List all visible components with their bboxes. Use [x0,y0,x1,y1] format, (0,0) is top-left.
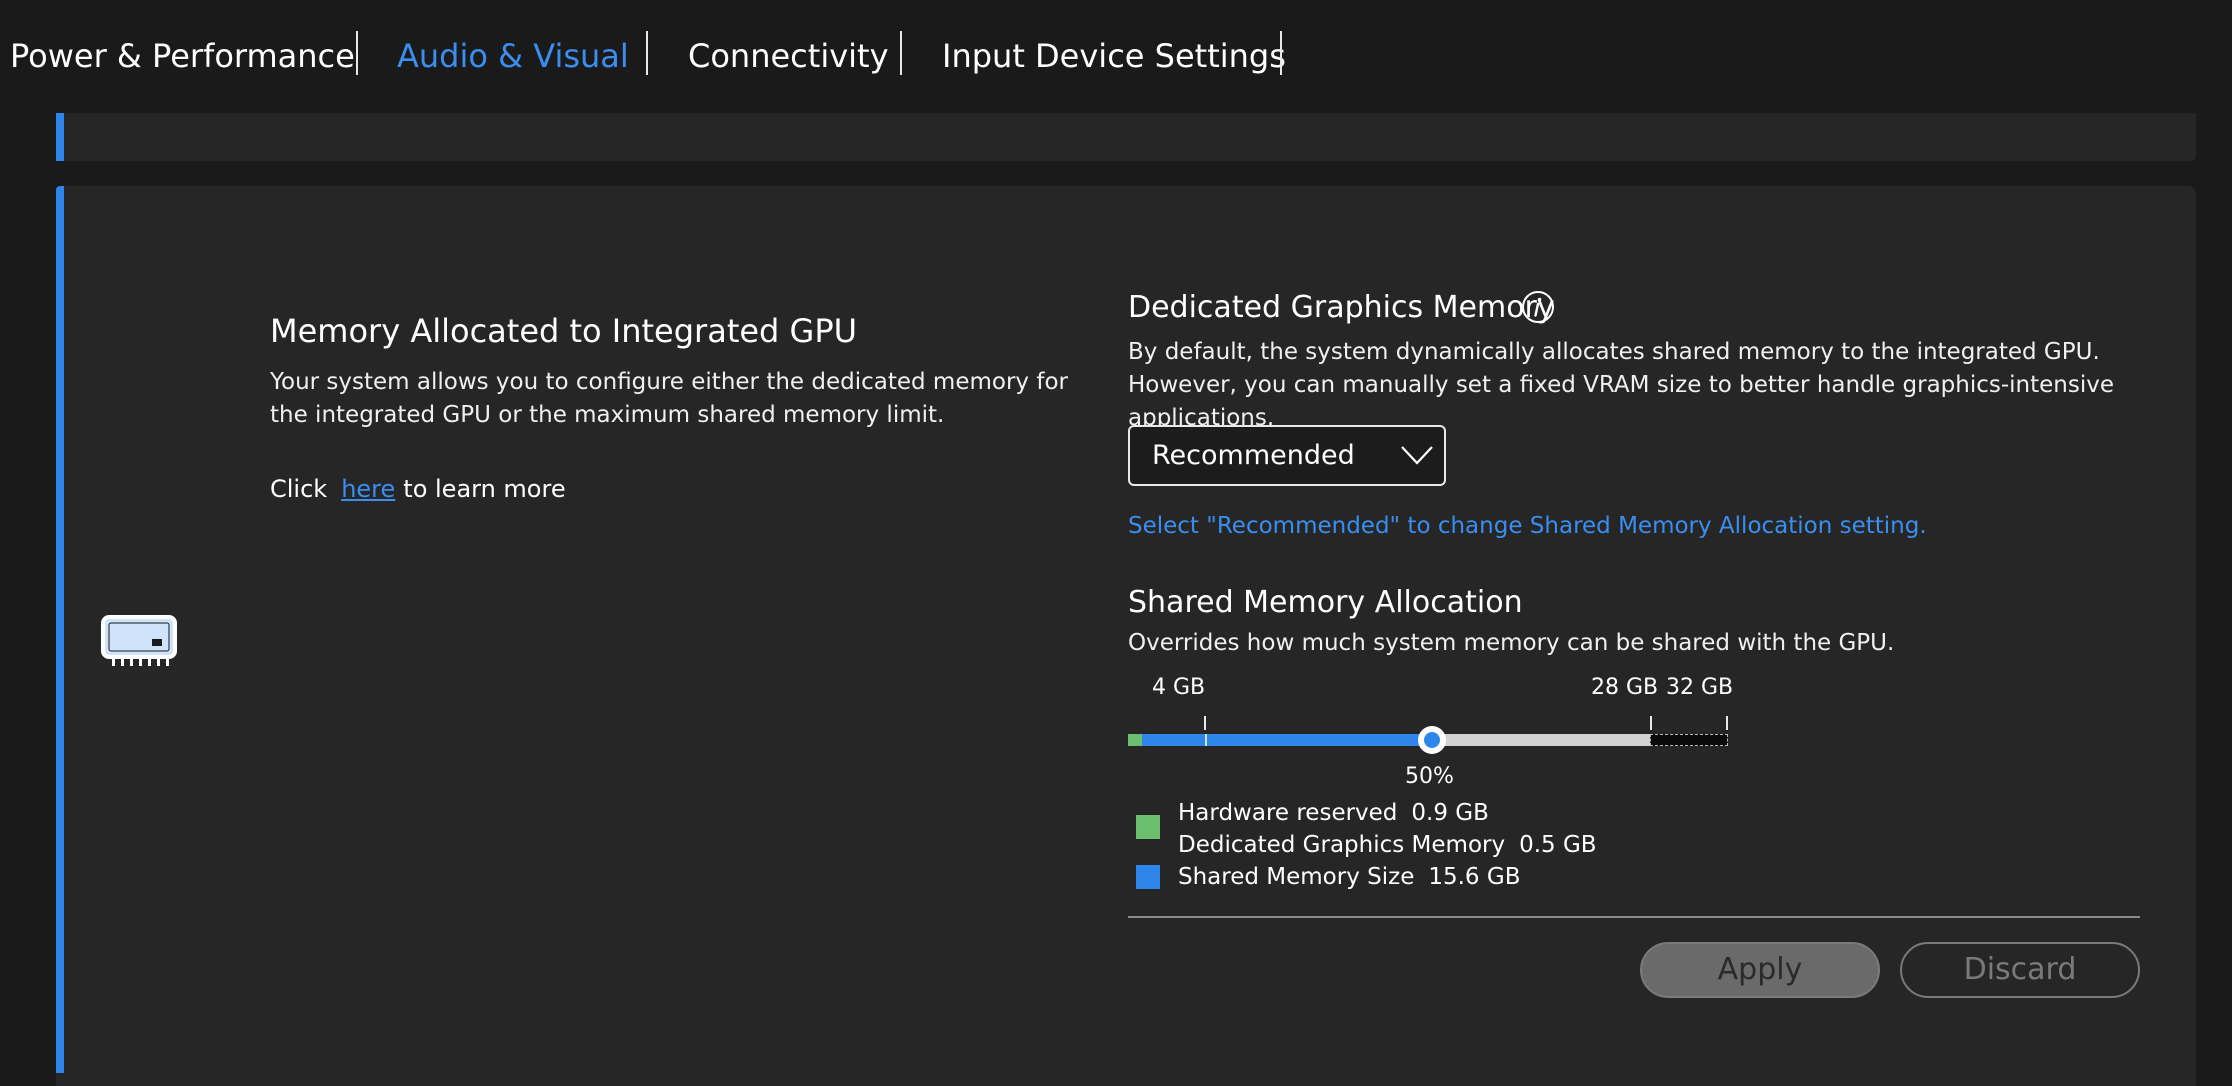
learn-more-suffix: to learn more [403,475,566,503]
gpu-memory-icon [101,615,177,666]
learn-more-prefix: Click [270,475,328,503]
legend-dedicated-memory: Dedicated Graphics Memory 0.5 GB [1178,829,1597,861]
card-accent-bar [56,113,64,161]
unavailable-range-segment [1650,734,1728,746]
learn-more-link[interactable]: here [341,475,395,503]
hardware-reserved-segment [1128,734,1142,746]
legend-shared-memory: Shared Memory Size 15.6 GB [1178,861,1520,893]
slider-label-min: 4 GB [1152,675,1206,700]
slider-tick-limit [1650,716,1652,730]
slider-tick-max [1726,716,1728,730]
shared-memory-slider-thumb[interactable] [1418,726,1446,754]
tab-audio-visual[interactable]: Audio & Visual [397,30,629,82]
slider-inner-tick [1205,734,1207,746]
legend-value: 15.6 GB [1428,864,1521,890]
tab-input-device-settings[interactable]: Input Device Settings [942,30,1286,82]
section-title: Memory Allocated to Integrated GPU [270,312,858,350]
tab-separator [356,31,358,75]
shared-memory-segment [1142,734,1433,746]
chevron-down-icon [1401,446,1433,465]
info-icon[interactable] [1521,290,1555,324]
learn-more-row: Click here to learn more [270,472,566,506]
slider-value-label: 50% [1405,764,1454,789]
previous-settings-card [56,113,2196,161]
tab-power-performance[interactable]: Power & Performance [10,30,355,82]
top-tab-bar: Power & Performance Audio & Visual Conne… [0,0,2232,112]
dedicated-memory-title: Dedicated Graphics Memory [1128,290,1555,325]
section-description: Your system allows you to configure eith… [270,369,1068,428]
card-accent-bar [56,186,64,1073]
legend-value: 0.5 GB [1519,832,1597,858]
apply-button[interactable]: Apply [1640,942,1880,998]
shared-memory-title: Shared Memory Allocation [1128,585,1523,620]
slider-tick-min [1204,716,1206,730]
tab-separator [646,31,648,75]
dedicated-memory-description: By default, the system dynamically alloc… [1128,339,2115,431]
legend-label: Shared Memory Size [1178,864,1415,890]
tab-connectivity[interactable]: Connectivity [688,30,889,82]
tab-separator [900,31,902,75]
dedicated-memory-dropdown[interactable]: Recommended [1128,425,1446,486]
shared-memory-swatch [1136,865,1160,889]
hardware-reserved-swatch [1136,815,1160,839]
discard-button[interactable]: Discard [1900,942,2140,998]
legend-hardware-reserved: Hardware reserved 0.9 GB [1178,797,1489,829]
legend-label: Hardware reserved [1178,800,1398,826]
legend-label: Dedicated Graphics Memory [1178,832,1506,858]
slider-label-max: 32 GB [1666,675,1734,700]
dropdown-selected-value: Recommended [1152,440,1355,471]
legend-value: 0.9 GB [1411,800,1489,826]
shared-memory-description: Overrides how much system memory can be … [1128,630,1895,656]
recommended-hint: Select "Recommended" to change Shared Me… [1128,513,1927,539]
slider-label-limit: 28 GB [1591,675,1659,700]
tab-separator [1280,31,1282,75]
section-divider [1128,916,2140,918]
